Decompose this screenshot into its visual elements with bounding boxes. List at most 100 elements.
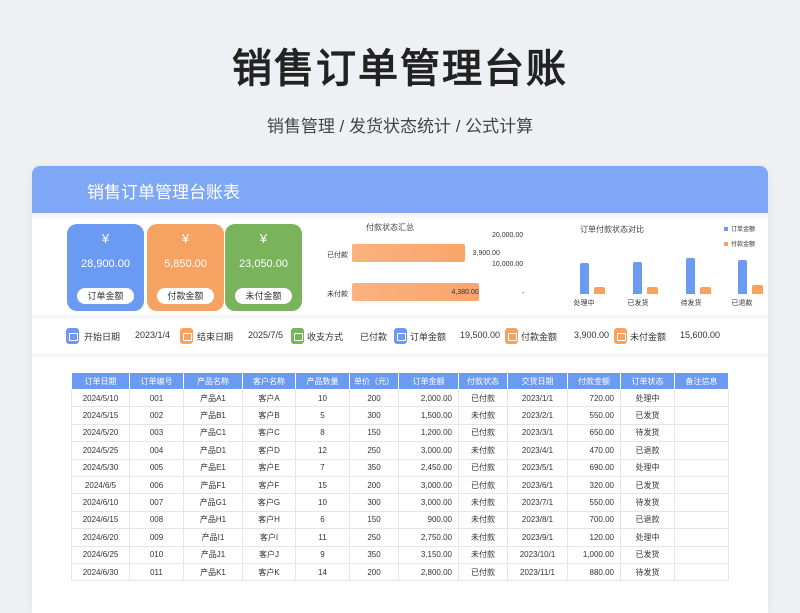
paid-amount-cell[interactable]: 320.00 bbox=[567, 475, 621, 495]
payment-method-value[interactable]: 已付款 bbox=[360, 330, 387, 343]
delivery-date-cell[interactable]: 2023/4/1 bbox=[507, 441, 568, 460]
remark-cell[interactable] bbox=[674, 441, 729, 460]
order-date-cell[interactable]: 2024/6/15 bbox=[71, 510, 130, 530]
delivery-date-cell[interactable]: 2023/7/1 bbox=[507, 493, 568, 512]
quantity-cell[interactable]: 14 bbox=[295, 562, 350, 582]
quantity-cell[interactable]: 10 bbox=[295, 388, 350, 408]
unit-price-cell[interactable]: 350 bbox=[349, 545, 399, 564]
table-row[interactable]: 2024/6/20 009 产品I1 客户I 11 250 2,750.00 未付款 2023/… bbox=[71, 528, 729, 547]
order-amount-cell[interactable]: 1,200.00 bbox=[398, 423, 459, 443]
order-id-cell[interactable]: 008 bbox=[129, 510, 184, 530]
order-id-cell[interactable]: 003 bbox=[129, 423, 184, 443]
paid-amount-header[interactable]: 付款金额 bbox=[567, 372, 621, 390]
remark-cell[interactable] bbox=[674, 388, 729, 408]
paid-amount-cell[interactable]: 550.00 bbox=[567, 406, 621, 425]
table-row[interactable]: 2024/6/30 011 产品K1 客户K 14 200 2,800.00 已付款 2023/… bbox=[71, 562, 729, 582]
remark-cell[interactable] bbox=[674, 510, 729, 530]
customer-name-cell[interactable]: 客户J bbox=[242, 545, 296, 564]
quantity-cell[interactable]: 11 bbox=[295, 528, 350, 547]
paid-amount-card[interactable]: ¥ 5,850.00 付款金额 bbox=[147, 224, 224, 311]
order-status-cell[interactable]: 已发货 bbox=[620, 475, 675, 495]
remark-cell[interactable] bbox=[674, 475, 729, 495]
delivery-date-cell[interactable]: 2023/11/1 bbox=[507, 562, 568, 582]
order-date-cell[interactable]: 2024/6/20 bbox=[71, 528, 130, 547]
product-name-cell[interactable]: 产品J1 bbox=[183, 545, 243, 564]
table-row[interactable]: 2024/5/30 005 产品E1 客户E 7 350 2,450.00 已付款 2023/5… bbox=[71, 458, 729, 477]
product-name-cell[interactable]: 产品I1 bbox=[183, 528, 243, 547]
order-id-cell[interactable]: 001 bbox=[129, 388, 184, 408]
order-status-cell[interactable]: 待发货 bbox=[620, 493, 675, 512]
table-row[interactable]: 2024/6/25 010 产品J1 客户J 9 350 3,150.00 未付款 2023/1… bbox=[71, 545, 729, 564]
customer-name-cell[interactable]: 客户C bbox=[242, 423, 296, 443]
table-row[interactable]: 2024/5/20 003 产品C1 客户C 8 150 1,200.00 已付款 2023/3… bbox=[71, 423, 729, 443]
order-id-cell[interactable]: 010 bbox=[129, 545, 184, 564]
delivery-date-cell[interactable]: 2023/3/1 bbox=[507, 423, 568, 443]
order-id-cell[interactable]: 011 bbox=[129, 562, 184, 582]
delivery-date-cell[interactable]: 2023/1/1 bbox=[507, 388, 568, 408]
product-name-cell[interactable]: 产品A1 bbox=[183, 388, 243, 408]
order-amount-cell[interactable]: 2,750.00 bbox=[398, 528, 459, 547]
delivery-date-header[interactable]: 交货日期 bbox=[507, 372, 568, 390]
remark-cell[interactable] bbox=[674, 458, 729, 477]
paid-amount-cell[interactable]: 650.00 bbox=[567, 423, 621, 443]
order-amount-cell[interactable]: 3,000.00 bbox=[398, 493, 459, 512]
unpaid-amount-card[interactable]: ¥ 23,050.00 未付金额 bbox=[225, 224, 302, 311]
payment-status-cell[interactable]: 已付款 bbox=[458, 423, 508, 443]
unit-price-cell[interactable]: 200 bbox=[349, 562, 399, 582]
order-status-cell[interactable]: 待发货 bbox=[620, 562, 675, 582]
unit-price-header[interactable]: 单价（元） bbox=[349, 372, 399, 390]
quantity-cell[interactable]: 9 bbox=[295, 545, 350, 564]
delivery-date-cell[interactable]: 2023/2/1 bbox=[507, 406, 568, 425]
order-status-cell[interactable]: 处理中 bbox=[620, 528, 675, 547]
customer-name-cell[interactable]: 客户I bbox=[242, 528, 296, 547]
order-id-cell[interactable]: 007 bbox=[129, 493, 184, 512]
product-name-cell[interactable]: 产品D1 bbox=[183, 441, 243, 460]
table-row[interactable]: 2024/6/10 007 产品G1 客户G 10 300 3,000.00 未付款 2023/… bbox=[71, 493, 729, 512]
order-date-cell[interactable]: 2024/6/30 bbox=[71, 562, 130, 582]
customer-name-cell[interactable]: 客户E bbox=[242, 458, 296, 477]
paid-amount-cell[interactable]: 720.00 bbox=[567, 388, 621, 408]
payment-status-cell[interactable]: 已付款 bbox=[458, 475, 508, 495]
order-amount-cell[interactable]: 2,000.00 bbox=[398, 388, 459, 408]
remark-cell[interactable] bbox=[674, 545, 729, 564]
delivery-date-cell[interactable]: 2023/10/1 bbox=[507, 545, 568, 564]
quantity-cell[interactable]: 5 bbox=[295, 406, 350, 425]
order-date-cell[interactable]: 2024/5/30 bbox=[71, 458, 130, 477]
order-date-cell[interactable]: 2024/5/25 bbox=[71, 441, 130, 460]
product-name-cell[interactable]: 产品F1 bbox=[183, 475, 243, 495]
delivery-date-cell[interactable]: 2023/8/1 bbox=[507, 510, 568, 530]
order-amount-cell[interactable]: 900.00 bbox=[398, 510, 459, 530]
unit-price-cell[interactable]: 300 bbox=[349, 406, 399, 425]
remark-cell[interactable] bbox=[674, 423, 729, 443]
product-name-cell[interactable]: 产品E1 bbox=[183, 458, 243, 477]
order-amount-cell[interactable]: 2,450.00 bbox=[398, 458, 459, 477]
remark-cell[interactable] bbox=[674, 528, 729, 547]
remark-cell[interactable] bbox=[674, 493, 729, 512]
payment-status-cell[interactable]: 未付款 bbox=[458, 406, 508, 425]
quantity-cell[interactable]: 6 bbox=[295, 510, 350, 530]
order-date-header[interactable]: 订单日期 bbox=[71, 372, 130, 390]
order-date-cell[interactable]: 2024/6/10 bbox=[71, 493, 130, 512]
paid-amount-cell[interactable]: 1,000.00 bbox=[567, 545, 621, 564]
paid-amount-cell[interactable]: 880.00 bbox=[567, 562, 621, 582]
delivery-date-cell[interactable]: 2023/5/1 bbox=[507, 458, 568, 477]
order-id-cell[interactable]: 004 bbox=[129, 441, 184, 460]
paid-amount-cell[interactable]: 120.00 bbox=[567, 528, 621, 547]
start-date-value[interactable]: 2023/1/4 bbox=[135, 330, 170, 340]
customer-name-cell[interactable]: 客户D bbox=[242, 441, 296, 460]
order-id-header[interactable]: 订单编号 bbox=[129, 372, 184, 390]
quantity-cell[interactable]: 7 bbox=[295, 458, 350, 477]
order-status-cell[interactable]: 处理中 bbox=[620, 458, 675, 477]
unit-price-cell[interactable]: 350 bbox=[349, 458, 399, 477]
customer-name-cell[interactable]: 客户B bbox=[242, 406, 296, 425]
product-name-cell[interactable]: 产品C1 bbox=[183, 423, 243, 443]
quantity-cell[interactable]: 8 bbox=[295, 423, 350, 443]
payment-status-cell[interactable]: 未付款 bbox=[458, 493, 508, 512]
customer-name-header[interactable]: 客户名称 bbox=[242, 372, 296, 390]
payment-status-cell[interactable]: 未付款 bbox=[458, 510, 508, 530]
payment-status-cell[interactable]: 已付款 bbox=[458, 388, 508, 408]
remark-cell[interactable] bbox=[674, 406, 729, 425]
table-row[interactable]: 2024/5/15 002 产品B1 客户B 5 300 1,500.00 未付款 2023/2… bbox=[71, 406, 729, 425]
order-status-cell[interactable]: 处理中 bbox=[620, 388, 675, 408]
delivery-date-cell[interactable]: 2023/6/1 bbox=[507, 475, 568, 495]
